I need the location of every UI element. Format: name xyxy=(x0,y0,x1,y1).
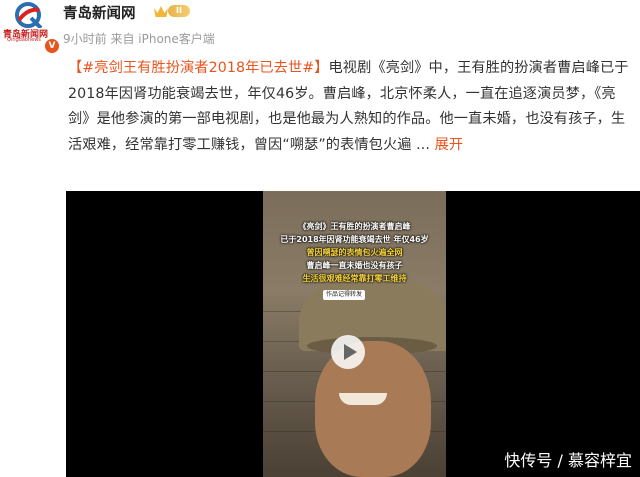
video-caption-line: 曾因嗍瑟的表情包火遍全网 xyxy=(306,248,403,257)
video-player[interactable]: 《亮剑》王有胜的扮演者曹启峰 已于2018年因肾功能衰竭去世 年仅46岁 曾因嗍… xyxy=(66,191,640,477)
actor-face xyxy=(315,341,431,477)
post-source[interactable]: 来自 iPhone客户端 xyxy=(110,32,214,46)
video-caption-line: 曹启峰一直未婚也没有孩子 xyxy=(306,261,403,270)
verified-badge-icon: V xyxy=(44,38,60,54)
video-small-tag: 作品记得转发 xyxy=(323,290,366,300)
post-time: 9小时前 xyxy=(63,32,107,46)
video-caption-line: 生活很艰难经常靠打零工维持 xyxy=(302,274,407,283)
avatar-logo-subtext: Qingdaonews xyxy=(7,37,41,43)
post-hashtag[interactable]: 【#亮剑王有胜扮演者2018年已去世#】 xyxy=(68,60,329,76)
expand-link[interactable]: 展开 xyxy=(435,137,464,153)
actor-smile xyxy=(339,393,387,405)
vip-level-badge: II xyxy=(168,5,190,17)
video-caption-line: 已于2018年因肾功能衰竭去世 年仅46岁 xyxy=(280,235,429,244)
crown-icon xyxy=(154,6,168,17)
post-meta: 9小时前 来自 iPhone客户端 xyxy=(63,30,215,47)
watermark-text: 快传号 / 慕容梓宜 xyxy=(504,451,632,470)
video-frame: 《亮剑》王有胜的扮演者曹启峰 已于2018年因肾功能衰竭去世 年仅46岁 曾因嗍… xyxy=(263,191,446,477)
qingdao-news-logo-icon xyxy=(15,2,43,28)
account-avatar[interactable]: 青岛新闻网 Qingdaonews V xyxy=(3,2,60,54)
play-button[interactable] xyxy=(331,335,365,369)
play-icon xyxy=(344,344,357,360)
post-header: 青岛新闻网 Qingdaonews V 青岛新闻网 II 9小时前 来自 iPh… xyxy=(0,0,640,56)
video-caption-line: 《亮剑》王有胜的扮演者曹启峰 xyxy=(298,222,411,231)
account-name[interactable]: 青岛新闻网 xyxy=(63,2,136,23)
post-text: 【#亮剑王有胜扮演者2018年已去世#】电视剧《亮剑》中，王有胜的扮演者曹启峰已… xyxy=(68,56,636,158)
